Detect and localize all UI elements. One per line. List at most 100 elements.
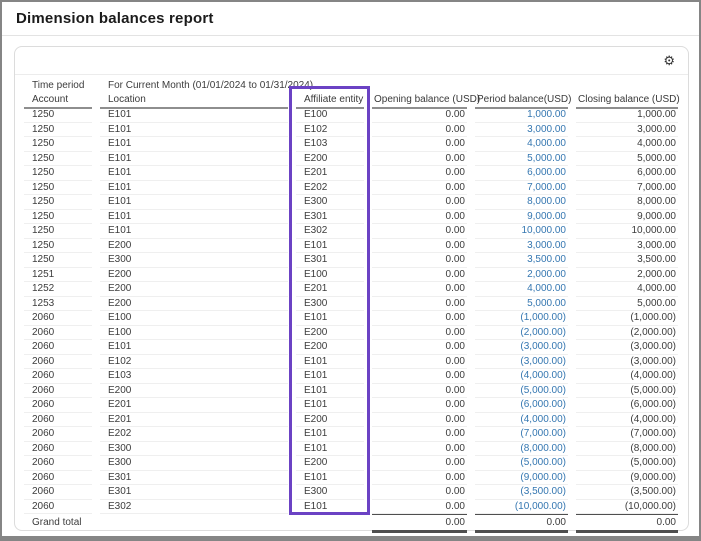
cell-period-balance-link[interactable]: 5,000.00 [475, 297, 568, 312]
cell-opening-balance: 0.00 [372, 137, 467, 152]
cell-period-balance-link[interactable]: (3,000.00) [475, 340, 568, 355]
cell-opening-balance: 0.00 [372, 210, 467, 225]
table-row: 1250 E101 E201 0.00 6,000.00 6,000.00 [24, 166, 679, 181]
cell-period-balance-link[interactable]: 10,000.00 [475, 224, 568, 239]
cell-account: 1250 [24, 108, 92, 123]
cell-period-balance-link[interactable]: (3,000.00) [475, 355, 568, 370]
cell-period-balance-link[interactable]: (2,000.00) [475, 326, 568, 341]
table-row: 2060 E301 E101 0.00 (9,000.00) (9,000.00… [24, 471, 679, 486]
cell-account: 1251 [24, 268, 92, 283]
cell-opening-balance: 0.00 [372, 500, 467, 515]
cell-location: E200 [100, 239, 288, 254]
cell-opening-balance: 0.00 [372, 355, 467, 370]
cell-location: E200 [100, 384, 288, 399]
cell-period-balance-link[interactable]: 3,000.00 [475, 123, 568, 138]
cell-affiliate-entity: E200 [296, 340, 364, 355]
cell-account: 1250 [24, 137, 92, 152]
cell-location: E101 [100, 137, 288, 152]
cell-period-balance-link[interactable]: 5,000.00 [475, 152, 568, 167]
cell-affiliate-entity: E102 [296, 123, 364, 138]
cell-location: E101 [100, 123, 288, 138]
cell-opening-balance: 0.00 [372, 384, 467, 399]
cell-location: E200 [100, 268, 288, 283]
table-row: 1251 E200 E100 0.00 2,000.00 2,000.00 [24, 268, 679, 283]
cell-closing-balance: 10,000.00 [576, 224, 678, 239]
cell-account: 1250 [24, 152, 92, 167]
settings-gear-icon[interactable]: ⚙ [663, 53, 675, 69]
table-row: 2060 E201 E200 0.00 (4,000.00) (4,000.00… [24, 413, 679, 428]
col-header-period-balance: Period balance(USD) [475, 93, 568, 109]
cell-closing-balance: (5,000.00) [576, 456, 678, 471]
table-row: 2060 E100 E200 0.00 (2,000.00) (2,000.00… [24, 326, 679, 341]
cell-opening-balance: 0.00 [372, 195, 467, 210]
cell-period-balance-link[interactable]: (7,000.00) [475, 427, 568, 442]
cell-account: 2060 [24, 427, 92, 442]
table-row: 2060 E101 E200 0.00 (3,000.00) (3,000.00… [24, 340, 679, 355]
cell-opening-balance: 0.00 [372, 253, 467, 268]
cell-period-balance-link[interactable]: 3,500.00 [475, 253, 568, 268]
cell-period-balance-link[interactable]: 4,000.00 [475, 282, 568, 297]
cell-period-balance-link[interactable]: (3,500.00) [475, 485, 568, 500]
cell-account: 2060 [24, 442, 92, 457]
cell-affiliate-entity: E300 [296, 297, 364, 312]
cell-location: E301 [100, 471, 288, 486]
cell-location: E101 [100, 210, 288, 225]
cell-period-balance-link[interactable]: 9,000.00 [475, 210, 568, 225]
cell-affiliate-entity: E302 [296, 224, 364, 239]
cell-period-balance-link[interactable]: (9,000.00) [475, 471, 568, 486]
cell-period-balance-link[interactable]: 6,000.00 [475, 166, 568, 181]
cell-closing-balance: (2,000.00) [576, 326, 678, 341]
cell-period-balance-link[interactable]: (5,000.00) [475, 456, 568, 471]
grand-total-period: 0.00 [475, 514, 568, 533]
cell-affiliate-entity: E101 [296, 355, 364, 370]
cell-closing-balance: 3,500.00 [576, 253, 678, 268]
cell-affiliate-entity: E101 [296, 442, 364, 457]
cell-closing-balance: 1,000.00 [576, 108, 678, 123]
cell-affiliate-entity: E101 [296, 311, 364, 326]
cell-location: E101 [100, 224, 288, 239]
cell-account: 1250 [24, 253, 92, 268]
cell-period-balance-link[interactable]: (4,000.00) [475, 413, 568, 428]
cell-opening-balance: 0.00 [372, 108, 467, 123]
cell-location: E201 [100, 398, 288, 413]
cell-period-balance-link[interactable]: (5,000.00) [475, 384, 568, 399]
title-divider [2, 35, 699, 36]
table-row: 1250 E101 E300 0.00 8,000.00 8,000.00 [24, 195, 679, 210]
cell-account: 2060 [24, 456, 92, 471]
cell-account: 2060 [24, 355, 92, 370]
cell-affiliate-entity: E201 [296, 282, 364, 297]
cell-period-balance-link[interactable]: (8,000.00) [475, 442, 568, 457]
cell-account: 2060 [24, 500, 92, 515]
cell-period-balance-link[interactable]: 2,000.00 [475, 268, 568, 283]
cell-closing-balance: (4,000.00) [576, 369, 678, 384]
cell-period-balance-link[interactable]: 7,000.00 [475, 181, 568, 196]
cell-period-balance-link[interactable]: (6,000.00) [475, 398, 568, 413]
cell-period-balance-link[interactable]: 1,000.00 [475, 108, 568, 123]
cell-closing-balance: (9,000.00) [576, 471, 678, 486]
table-row: 1250 E101 E301 0.00 9,000.00 9,000.00 [24, 210, 679, 225]
cell-affiliate-entity: E301 [296, 253, 364, 268]
cell-opening-balance: 0.00 [372, 427, 467, 442]
cell-affiliate-entity: E101 [296, 398, 364, 413]
cell-closing-balance: (3,500.00) [576, 485, 678, 500]
cell-opening-balance: 0.00 [372, 311, 467, 326]
cell-location: E101 [100, 181, 288, 196]
cell-period-balance-link[interactable]: 3,000.00 [475, 239, 568, 254]
cell-closing-balance: (3,000.00) [576, 355, 678, 370]
grand-total-label: Grand total [24, 514, 364, 528]
cell-period-balance-link[interactable]: (10,000.00) [475, 500, 568, 515]
cell-period-balance-link[interactable]: (1,000.00) [475, 311, 568, 326]
table-row: 1250 E101 E200 0.00 5,000.00 5,000.00 [24, 152, 679, 167]
cell-affiliate-entity: E202 [296, 181, 364, 196]
cell-opening-balance: 0.00 [372, 152, 467, 167]
cell-account: 1250 [24, 210, 92, 225]
col-header-location: Location [100, 93, 288, 109]
cell-period-balance-link[interactable]: 4,000.00 [475, 137, 568, 152]
table-row: 2060 E201 E101 0.00 (6,000.00) (6,000.00… [24, 398, 679, 413]
table-row: 2060 E202 E101 0.00 (7,000.00) (7,000.00… [24, 427, 679, 442]
cell-opening-balance: 0.00 [372, 442, 467, 457]
cell-period-balance-link[interactable]: 8,000.00 [475, 195, 568, 210]
cell-affiliate-entity: E101 [296, 500, 364, 515]
cell-closing-balance: (8,000.00) [576, 442, 678, 457]
cell-period-balance-link[interactable]: (4,000.00) [475, 369, 568, 384]
